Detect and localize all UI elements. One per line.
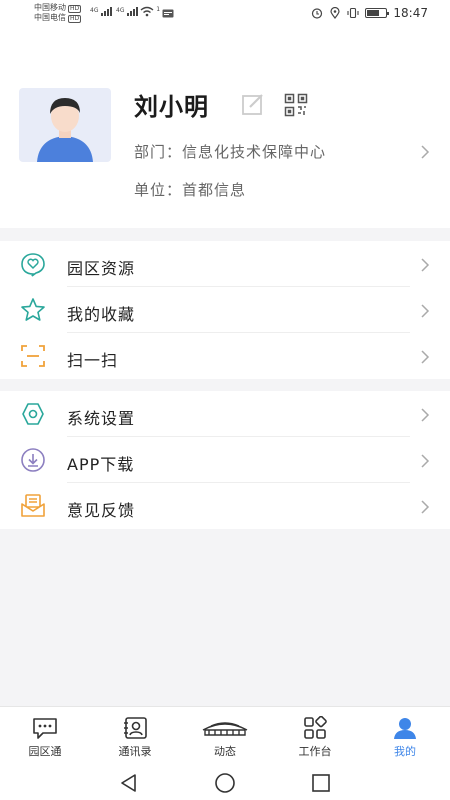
edit-icon[interactable]	[241, 92, 265, 116]
menu-item-label: 意见反馈	[67, 501, 136, 520]
status-right: 18:47	[311, 6, 428, 20]
status-bar: 中国移动 HD 中国电信 HD 4G 4G 1 18:47	[0, 0, 450, 30]
menu-group-1: 园区资源 我的收藏 扫一扫	[0, 241, 450, 379]
wifi-num: 1	[156, 6, 161, 13]
chevron-right-icon	[420, 303, 430, 323]
vibrate-icon	[347, 7, 359, 19]
menu-item-settings[interactable]: 系统设置	[0, 391, 450, 437]
avatar[interactable]	[19, 88, 111, 162]
chevron-right-icon	[420, 499, 430, 519]
hd-badge: HD	[68, 5, 82, 13]
bottom-tab-bar: 园区通 通讯录 动态 工作台 我的	[0, 706, 450, 764]
star-icon	[20, 297, 46, 323]
menu-item-park-resources[interactable]: 园区资源	[0, 241, 450, 287]
tab-label: 我的	[394, 745, 416, 758]
back-icon[interactable]	[118, 772, 140, 794]
tab-label: 通讯录	[118, 745, 152, 758]
profile-card[interactable]: 刘小明 部门：信息化技术保障中心 单位：首都信息	[0, 30, 450, 228]
location-icon	[329, 7, 341, 19]
tab-mine[interactable]: 我的	[360, 707, 450, 764]
carrier-1: 中国移动 HD	[34, 3, 82, 13]
grid-icon	[301, 715, 329, 740]
tab-label: 工作台	[298, 745, 332, 758]
heart-chat-icon	[20, 251, 46, 277]
carrier-2: 中国电信 HD	[34, 13, 82, 23]
tab-label: 动态	[214, 745, 236, 758]
menu-item-app-download[interactable]: APP下载	[0, 437, 450, 483]
contacts-icon	[121, 716, 149, 740]
menu-item-favorites[interactable]: 我的收藏	[0, 287, 450, 333]
clock: 18:47	[393, 6, 428, 20]
message-icon	[162, 9, 174, 20]
download-icon	[20, 447, 46, 473]
feedback-icon	[20, 493, 46, 519]
system-nav-bar	[0, 764, 450, 800]
carrier-2-label: 中国电信	[34, 13, 66, 22]
tab-label: 园区通	[28, 745, 62, 758]
menu-item-label: 园区资源	[67, 259, 136, 278]
menu-item-label: 我的收藏	[67, 305, 136, 324]
scan-icon	[20, 343, 46, 369]
chevron-right-icon	[420, 407, 430, 427]
unit-text: 单位：首都信息	[134, 181, 247, 199]
menu-item-label: 系统设置	[67, 409, 136, 428]
tab-workbench[interactable]: 工作台	[270, 707, 360, 764]
tab-news[interactable]: 动态	[180, 707, 270, 764]
tab-park[interactable]: 园区通	[0, 707, 90, 764]
menu-item-feedback[interactable]: 意见反馈	[0, 483, 450, 529]
menu-item-label: APP下载	[67, 455, 135, 474]
gear-icon	[20, 401, 46, 427]
stadium-icon	[201, 716, 249, 740]
signal-icon: 4G	[90, 7, 113, 16]
chevron-right-icon[interactable]	[420, 144, 430, 164]
carrier-1-label: 中国移动	[34, 3, 66, 12]
signal-icon-2: 4G	[116, 7, 139, 16]
chevron-right-icon	[420, 349, 430, 369]
net-label: 4G	[90, 7, 99, 14]
net-label-2: 4G	[116, 7, 125, 14]
user-name: 刘小明	[134, 93, 209, 121]
recents-icon[interactable]	[310, 772, 332, 794]
battery-icon	[365, 8, 390, 18]
wifi-icon: 1	[140, 6, 160, 19]
qr-code-icon[interactable]	[284, 93, 308, 117]
menu-group-2: 系统设置 APP下载 意见反馈	[0, 391, 450, 529]
menu-item-scan[interactable]: 扫一扫	[0, 333, 450, 379]
chat-icon	[31, 716, 59, 740]
user-icon	[391, 716, 419, 740]
chevron-right-icon	[420, 453, 430, 473]
department-text: 部门：信息化技术保障中心	[134, 143, 327, 161]
chevron-right-icon	[420, 257, 430, 277]
alarm-icon	[311, 7, 323, 19]
home-icon[interactable]	[214, 772, 236, 794]
tab-contacts[interactable]: 通讯录	[90, 707, 180, 764]
hd-badge-2: HD	[68, 15, 82, 23]
menu-item-label: 扫一扫	[67, 351, 119, 370]
